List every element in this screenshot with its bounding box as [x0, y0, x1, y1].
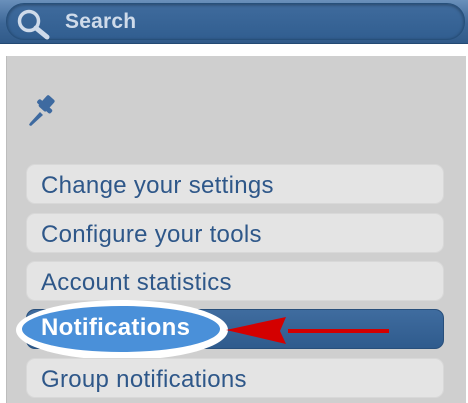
menu-item-account-statistics[interactable]: Account statistics: [26, 261, 444, 301]
menu-item-configure-tools[interactable]: Configure your tools: [26, 213, 444, 253]
top-search-bar: Search: [0, 0, 468, 44]
red-arrow-icon: [226, 317, 389, 344]
menu-item-label: Change your settings: [41, 172, 274, 199]
menu-item-group-notifications[interactable]: Group notifications: [26, 358, 444, 398]
menu-item-label: Group notifications: [41, 366, 247, 393]
search-icon: [17, 9, 50, 40]
search-placeholder: Search: [65, 10, 137, 33]
search-input[interactable]: Search: [6, 3, 465, 40]
menu-item-change-settings[interactable]: Change your settings: [26, 164, 444, 204]
menu-item-label: Account statistics: [41, 269, 232, 296]
menu-item-label: Configure your tools: [41, 221, 262, 248]
menu-item-notifications-label[interactable]: Notifications: [41, 314, 190, 342]
pin-icon[interactable]: [27, 94, 59, 128]
